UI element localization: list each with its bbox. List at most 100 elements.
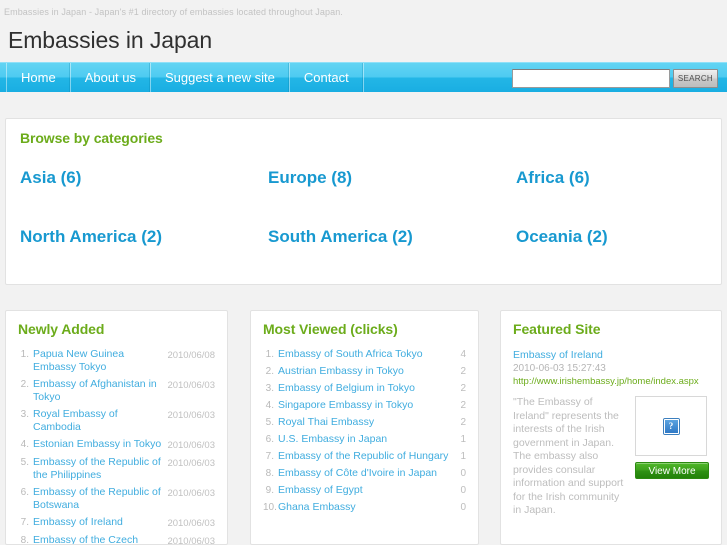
category-grid: Asia (6) Europe (8) Africa (6) North Ame… xyxy=(20,168,721,247)
category-link-europe[interactable]: Europe (8) xyxy=(268,168,516,188)
newly-added-link[interactable]: Royal Embassy of Cambodia xyxy=(33,408,167,434)
list-item: 2. Austrian Embassy in Tokyo 2 xyxy=(263,365,466,378)
click-count: 1 xyxy=(460,451,466,462)
featured-site-url[interactable]: http://www.irishembassy.jp/home/index.as… xyxy=(513,375,709,389)
featured-site-media: ? View More xyxy=(635,396,709,518)
rank-number: 7. xyxy=(265,451,274,462)
featured-site-heading: Featured Site xyxy=(513,321,601,337)
most-viewed-link[interactable]: U.S. Embassy in Japan xyxy=(278,433,460,446)
search-input[interactable] xyxy=(511,68,670,88)
list-item: 3. Royal Embassy of Cambodia 2010/06/03 xyxy=(18,408,215,434)
click-count: 0 xyxy=(460,485,466,496)
newly-added-link[interactable]: Embassy of the Republic of the Philippin… xyxy=(33,456,167,482)
most-viewed-list: 1. Embassy of South Africa Tokyo 4 2. Au… xyxy=(263,348,466,514)
broken-image-icon: ? xyxy=(663,418,679,434)
list-item: 7. Embassy of the Republic of Hungary 1 xyxy=(263,450,466,463)
list-item: 10. Ghana Embassy 0 xyxy=(263,501,466,514)
browse-by-categories-panel: Browse by categories Asia (6) Europe (8)… xyxy=(5,118,722,285)
most-viewed-link[interactable]: Singapore Embassy in Tokyo xyxy=(278,399,460,412)
list-item: 1. Papua New Guinea Embassy Tokyo 2010/0… xyxy=(18,348,215,374)
rank-number: 4. xyxy=(265,400,274,411)
most-viewed-link[interactable]: Embassy of the Republic of Hungary xyxy=(278,450,460,463)
category-link-north-america[interactable]: North America (2) xyxy=(20,227,268,247)
rank-number: 6. xyxy=(20,487,29,498)
most-viewed-link[interactable]: Embassy of Belgium in Tokyo xyxy=(278,382,460,395)
site-tagline: Embassies in Japan - Japan's #1 director… xyxy=(4,7,343,17)
featured-site-lower: "The Embassy of Ireland" represents the … xyxy=(513,396,709,518)
newly-added-heading: Newly Added xyxy=(18,321,105,337)
search-button[interactable]: SEARCH xyxy=(672,68,718,88)
click-count: 0 xyxy=(460,468,466,479)
rank-number: 3. xyxy=(20,409,29,420)
click-count: 0 xyxy=(460,502,466,513)
categories-heading: Browse by categories xyxy=(20,130,163,146)
rank-number: 3. xyxy=(265,383,274,394)
most-viewed-link[interactable]: Embassy of South Africa Tokyo xyxy=(278,348,460,361)
featured-site-link[interactable]: Embassy of Ireland xyxy=(513,348,709,362)
list-item: 8. Embassy of Côte d'Ivoire in Japan 0 xyxy=(263,467,466,480)
list-item: 5. Embassy of the Republic of the Philip… xyxy=(18,456,215,482)
newly-added-link[interactable]: Embassy of the Republic of Botswana xyxy=(33,486,167,512)
newly-added-date: 2010/06/03 xyxy=(167,410,215,421)
newly-added-panel: Newly Added 1. Papua New Guinea Embassy … xyxy=(5,310,228,545)
click-count: 2 xyxy=(460,366,466,377)
list-item: 6. Embassy of the Republic of Botswana 2… xyxy=(18,486,215,512)
list-item: 2. Embassy of Afghanistan in Tokyo 2010/… xyxy=(18,378,215,404)
category-link-south-america[interactable]: South America (2) xyxy=(268,227,516,247)
newly-added-link[interactable]: Embassy of Afghanistan in Tokyo xyxy=(33,378,167,404)
view-more-button[interactable]: View More xyxy=(635,462,709,479)
newly-added-list: 1. Papua New Guinea Embassy Tokyo 2010/0… xyxy=(18,348,215,545)
list-item: 1. Embassy of South Africa Tokyo 4 xyxy=(263,348,466,361)
click-count: 1 xyxy=(460,434,466,445)
nav-item-about-us[interactable]: About us xyxy=(71,63,152,92)
rank-number: 9. xyxy=(265,485,274,496)
newly-added-link[interactable]: Papua New Guinea Embassy Tokyo xyxy=(33,348,167,374)
page-root: Embassies in Japan - Japan's #1 director… xyxy=(0,0,727,545)
most-viewed-heading: Most Viewed (clicks) xyxy=(263,321,398,337)
rank-number: 8. xyxy=(20,535,29,545)
rank-number: 8. xyxy=(265,468,274,479)
click-count: 2 xyxy=(460,400,466,411)
most-viewed-panel: Most Viewed (clicks) 1. Embassy of South… xyxy=(250,310,479,545)
rank-number: 1. xyxy=(20,349,29,360)
featured-site-description: "The Embassy of Ireland" represents the … xyxy=(513,396,624,516)
list-item: 4. Estonian Embassy in Tokyo 2010/06/03 xyxy=(18,438,215,452)
click-count: 2 xyxy=(460,417,466,428)
featured-site-body: Embassy of Ireland 2010-06-03 15:27:43 h… xyxy=(513,348,709,518)
most-viewed-link[interactable]: Embassy of Côte d'Ivoire in Japan xyxy=(278,467,460,480)
list-item: 5. Royal Thai Embassy 2 xyxy=(263,416,466,429)
most-viewed-link[interactable]: Austrian Embassy in Tokyo xyxy=(278,365,460,378)
nav-item-suggest-a-new-site[interactable]: Suggest a new site xyxy=(151,63,290,92)
rank-number: 2. xyxy=(265,366,274,377)
rank-number: 5. xyxy=(20,457,29,468)
newly-added-link[interactable]: Estonian Embassy in Tokyo xyxy=(33,438,167,451)
newly-added-date: 2010/06/03 xyxy=(167,536,215,545)
rank-number: 6. xyxy=(265,434,274,445)
newly-added-date: 2010/06/03 xyxy=(167,458,215,469)
rank-number: 10. xyxy=(263,502,277,513)
list-item: 7. Embassy of Ireland 2010/06/03 xyxy=(18,516,215,530)
most-viewed-link[interactable]: Ghana Embassy xyxy=(278,501,460,514)
nav-item-list: Home About us Suggest a new site Contact xyxy=(6,63,364,92)
most-viewed-link[interactable]: Royal Thai Embassy xyxy=(278,416,460,429)
list-item: 4. Singapore Embassy in Tokyo 2 xyxy=(263,399,466,412)
click-count: 4 xyxy=(460,349,466,360)
rank-number: 7. xyxy=(20,517,29,528)
list-item: 3. Embassy of Belgium in Tokyo 2 xyxy=(263,382,466,395)
rank-number: 2. xyxy=(20,379,29,390)
category-link-oceania[interactable]: Oceania (2) xyxy=(516,227,721,247)
newly-added-date: 2010/06/03 xyxy=(167,488,215,499)
most-viewed-link[interactable]: Embassy of Egypt xyxy=(278,484,460,497)
newly-added-link[interactable]: Embassy of the Czech Republic xyxy=(33,534,167,544)
site-title-band: Embassies in Japan xyxy=(0,18,727,62)
nav-item-home[interactable]: Home xyxy=(6,63,71,92)
newly-added-date: 2010/06/03 xyxy=(167,380,215,391)
search-area: SEARCH xyxy=(511,63,718,93)
category-link-asia[interactable]: Asia (6) xyxy=(20,168,268,188)
newly-added-date: 2010/06/03 xyxy=(167,440,215,451)
category-link-africa[interactable]: Africa (6) xyxy=(516,168,721,188)
main-navigation-bar: Home About us Suggest a new site Contact… xyxy=(0,62,727,92)
nav-item-contact[interactable]: Contact xyxy=(290,63,364,92)
newly-added-link[interactable]: Embassy of Ireland xyxy=(33,516,167,529)
featured-site-panel: Featured Site Embassy of Ireland 2010-06… xyxy=(500,310,722,545)
